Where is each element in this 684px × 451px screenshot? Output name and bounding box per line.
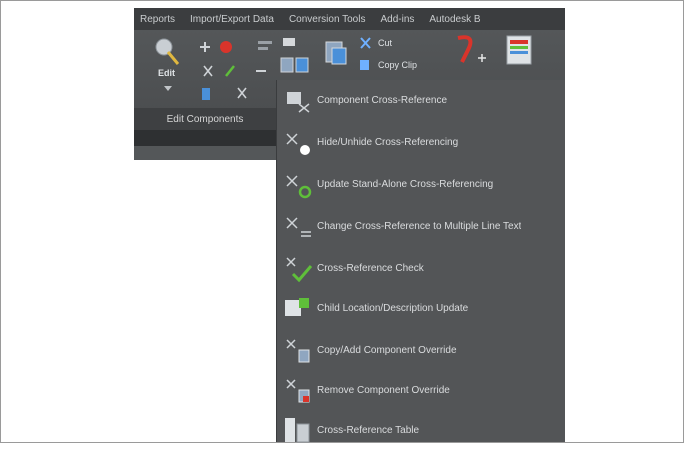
paste-icon[interactable]: [322, 38, 350, 68]
menu-item-copy-add-component-override[interactable]: Copy/Add Component Override: [277, 330, 565, 370]
cut-button[interactable]: Cut: [378, 38, 392, 48]
menu-label: Hide/Unhide Cross-Referencing: [317, 136, 459, 148]
menu-label: Component Cross-Reference: [317, 94, 448, 106]
menu-item-cross-reference-table[interactable]: Cross-Reference Table: [277, 410, 565, 450]
menu-label: Copy/Add Component Override: [317, 344, 457, 356]
copy-override-icon: [281, 334, 317, 366]
menu-label: Cross-Reference Check: [317, 262, 424, 274]
chevron-down-icon[interactable]: [164, 86, 172, 92]
tab-add-ins[interactable]: Add-ins: [374, 14, 423, 25]
tab-conversion-tools[interactable]: Conversion Tools: [283, 14, 375, 25]
menu-item-change-cross-reference-multiline[interactable]: Change Cross-Reference to Multiple Line …: [277, 206, 565, 246]
menu-label: Remove Component Override: [317, 384, 450, 396]
component-xref-icon: [281, 84, 317, 116]
wire-icon[interactable]: [280, 34, 300, 54]
ribbon-tab-bar: Reports Import/Export Data Conversion To…: [134, 8, 565, 30]
report-icon[interactable]: [504, 34, 536, 68]
edit-icon[interactable]: [152, 36, 180, 66]
wire-number-icon[interactable]: [452, 32, 488, 68]
scoot-icon[interactable]: [196, 38, 244, 56]
check-icon: [281, 252, 317, 284]
edit-components-panel-label: Edit Components: [134, 108, 276, 130]
menu-label: Change Cross-Reference to Multiple Line …: [317, 220, 522, 232]
xref-button-icon[interactable]: [278, 54, 314, 76]
menu-label: Child Location/Description Update: [317, 302, 469, 314]
menu-item-cross-reference-check[interactable]: Cross-Reference Check: [277, 248, 565, 288]
ribbon-divider: [134, 130, 276, 146]
edit-button[interactable]: Edit: [158, 68, 175, 78]
hide-xref-icon: [281, 126, 317, 158]
menu-item-component-cross-reference[interactable]: Component Cross-Reference: [277, 80, 565, 120]
menu-item-update-stand-alone-cross-referencing[interactable]: Update Stand-Alone Cross-Referencing: [277, 164, 565, 204]
xref-dropdown-menu: Component Cross-Reference Hide/Unhide Cr…: [276, 80, 565, 443]
update-xref-icon: [281, 168, 317, 200]
drawing-area-strip: [134, 146, 276, 160]
copy-component-icon[interactable]: [200, 84, 280, 104]
align-icon[interactable]: [256, 38, 280, 54]
drawing-area: [134, 160, 276, 441]
multiline-xref-icon: [281, 210, 317, 242]
menu-item-child-location-description-update[interactable]: Child Location/Description Update: [277, 288, 565, 328]
menu-label: Update Stand-Alone Cross-Referencing: [317, 178, 494, 190]
menu-label: Cross-Reference Table: [317, 424, 420, 436]
move-component-icon[interactable]: [200, 62, 270, 80]
tab-import-export-data[interactable]: Import/Export Data: [184, 14, 283, 25]
child-update-icon: [281, 292, 317, 324]
menu-item-hide-unhide-cross-referencing[interactable]: Hide/Unhide Cross-Referencing: [277, 122, 565, 162]
menu-item-remove-component-override[interactable]: Remove Component Override: [277, 370, 565, 410]
copy-clip-button[interactable]: Copy Clip: [378, 60, 417, 70]
xref-table-icon: [281, 414, 317, 446]
cut-icon[interactable]: [358, 36, 374, 50]
copy-clip-icon[interactable]: [358, 58, 374, 72]
remove-override-icon: [281, 374, 317, 406]
tab-autodesk[interactable]: Autodesk B: [423, 14, 489, 25]
tab-reports[interactable]: Reports: [134, 14, 184, 25]
